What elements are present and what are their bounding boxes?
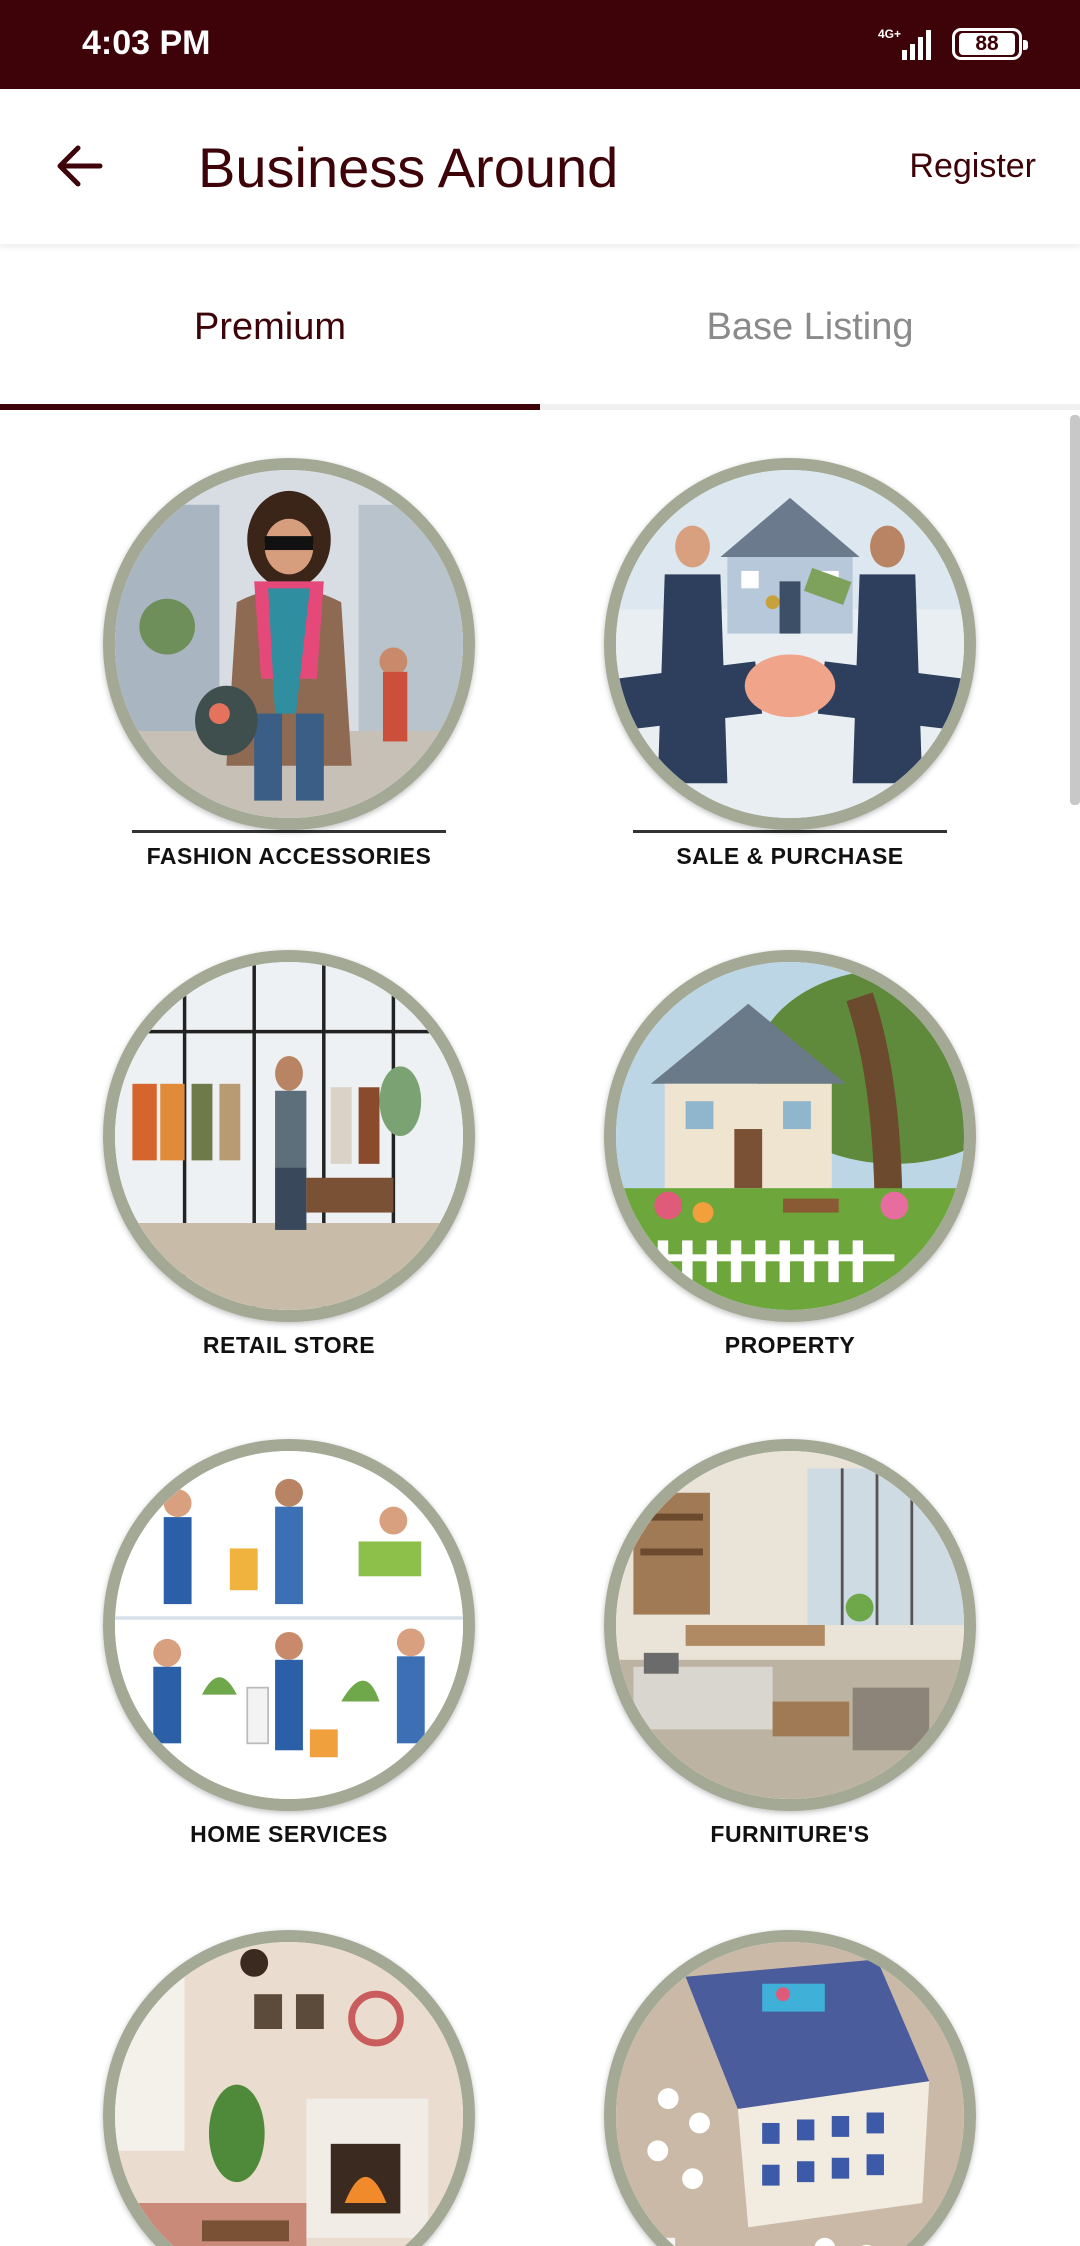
battery-level: 88 xyxy=(959,33,1015,55)
battery-icon: 88 xyxy=(952,28,1028,60)
app-bar: Business Around Register xyxy=(0,89,1080,244)
label-underline xyxy=(633,830,947,833)
clothing-store-illustration xyxy=(103,950,475,1322)
category-card-interior[interactable] xyxy=(89,1930,489,2246)
status-time: 4:03 PM xyxy=(82,24,211,62)
category-card-hotel[interactable] xyxy=(590,1930,990,2246)
category-label: PROPERTY xyxy=(724,1332,856,1358)
furniture-showroom-illustration xyxy=(604,1439,976,1811)
tab-premium[interactable]: Premium xyxy=(0,250,540,410)
fashion-woman-illustration xyxy=(103,458,475,830)
tab-base-listing[interactable]: Base Listing xyxy=(540,250,1080,404)
category-label: RETAIL STORE xyxy=(202,1332,376,1358)
arrow-left-icon[interactable] xyxy=(48,134,112,198)
status-icons: 4G+ 88 xyxy=(876,26,1028,62)
tab-bar: Premium Base Listing xyxy=(0,250,1080,410)
cleaning-workers-illustration xyxy=(103,1439,475,1811)
category-card-sale-purchase[interactable]: SALE & PURCHASE xyxy=(590,458,990,870)
house-garden-illustration xyxy=(604,950,976,1322)
category-card-furniture[interactable]: FURNITURE'S xyxy=(590,1439,990,1848)
register-button[interactable]: Register xyxy=(909,147,1036,186)
category-card-property[interactable]: PROPERTY xyxy=(590,950,990,1359)
signal-icon: 4G+ xyxy=(878,27,931,60)
page-title: Business Around xyxy=(198,136,619,199)
handshake-house-illustration xyxy=(604,458,976,830)
category-card-fashion[interactable]: FASHION ACCESSORIES xyxy=(89,458,489,870)
network-type-label: 4G+ xyxy=(878,27,901,41)
status-bar: 4:03 PM 4G+ 88 xyxy=(0,0,1080,89)
category-label: FURNITURE'S xyxy=(710,1821,870,1847)
category-label: SALE & PURCHASE xyxy=(676,843,904,869)
category-label: HOME SERVICES xyxy=(190,1821,388,1847)
living-room-fireplace-illustration xyxy=(103,1930,475,2246)
category-card-home-services[interactable]: HOME SERVICES xyxy=(89,1439,489,1848)
category-card-retail-store[interactable]: RETAIL STORE xyxy=(89,950,489,1359)
label-underline xyxy=(132,830,446,833)
scrollbar[interactable] xyxy=(1070,415,1080,805)
category-label: FASHION ACCESSORIES xyxy=(146,843,432,869)
hotel-building-illustration xyxy=(604,1930,976,2246)
